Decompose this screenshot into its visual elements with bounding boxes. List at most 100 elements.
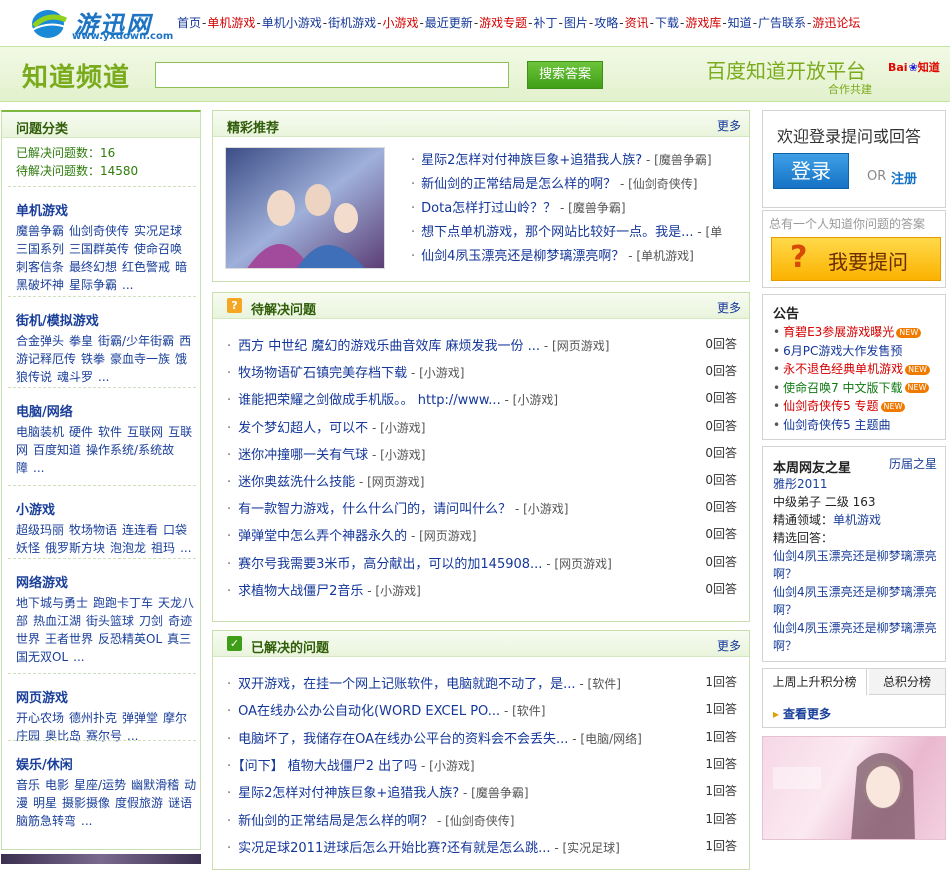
- question-link[interactable]: 电脑坏了，我储存在OA在线办公平台的资料会不会丢失...: [238, 732, 568, 747]
- category-link[interactable]: 弹弹堂: [122, 711, 158, 725]
- category-link[interactable]: 最终幻想: [69, 260, 117, 274]
- category-link[interactable]: 反恐精英OL: [98, 632, 162, 646]
- register-link[interactable]: 注册: [891, 168, 917, 187]
- category-tag[interactable]: - [小游戏]: [407, 366, 465, 380]
- notice-link[interactable]: 永不退色经典单机游戏: [783, 362, 903, 376]
- category-group-title[interactable]: 小游戏: [16, 499, 199, 518]
- category-link[interactable]: 互联网: [127, 425, 163, 439]
- category-link[interactable]: 开心农场: [16, 711, 64, 725]
- category-link[interactable]: ...: [180, 541, 191, 555]
- category-tag[interactable]: - [软件]: [500, 704, 546, 718]
- question-link[interactable]: 想下点单机游戏，那个网站比较好一点。我是...: [421, 225, 693, 240]
- nav-link[interactable]: 补丁: [534, 16, 558, 30]
- recommend-image[interactable]: [225, 147, 385, 269]
- category-link[interactable]: 幽默滑稽: [131, 778, 179, 792]
- category-tag[interactable]: - [小游戏]: [368, 421, 426, 435]
- category-link[interactable]: 刺客信条: [16, 260, 64, 274]
- category-tag[interactable]: - [单机游戏]: [624, 249, 694, 263]
- star-field-link[interactable]: 单机游戏: [833, 513, 881, 527]
- question-link[interactable]: 星际2怎样对付神族巨象+追猎我人族?: [421, 153, 642, 168]
- category-link[interactable]: 王者世界: [45, 632, 93, 646]
- nav-link[interactable]: 游迅论坛: [812, 16, 860, 30]
- category-link[interactable]: 三国系列: [16, 242, 64, 256]
- question-link[interactable]: 迷你奥兹洗什么技能: [238, 475, 355, 490]
- nav-link[interactable]: 游戏库: [685, 16, 721, 30]
- nav-link[interactable]: 图片: [564, 16, 588, 30]
- category-tag[interactable]: - [网页游戏]: [542, 557, 612, 571]
- category-link[interactable]: ...: [73, 650, 84, 664]
- notice-link[interactable]: 仙剑奇侠传5 专题: [783, 399, 878, 413]
- category-link[interactable]: 街头篮球: [86, 614, 134, 628]
- category-link[interactable]: 合金弹头: [16, 334, 64, 348]
- category-link[interactable]: 仙剑奇侠传: [69, 224, 129, 238]
- category-tag[interactable]: - [小游戏]: [501, 393, 559, 407]
- category-tag[interactable]: - [小游戏]: [511, 502, 569, 516]
- star-answer-link[interactable]: 仙剑4夙玉漂亮还是柳梦璃漂亮啊？: [773, 619, 939, 655]
- question-link[interactable]: 星际2怎样对付神族巨象+追猎我人族?: [238, 786, 459, 801]
- category-group-title[interactable]: 网页游戏: [16, 687, 199, 706]
- category-link[interactable]: 泡泡龙: [110, 541, 146, 555]
- recommend-more-link[interactable]: 更多: [717, 117, 741, 134]
- question-link[interactable]: 西方 中世纪 魔幻的游戏乐曲音效库 麻烦发我一份 ...: [238, 339, 540, 354]
- solved-more-link[interactable]: 更多: [717, 637, 741, 654]
- nav-link[interactable]: 广告联系: [758, 16, 806, 30]
- notice-link[interactable]: 使命召唤7 中文版下载: [783, 381, 902, 395]
- category-link[interactable]: 德州扑克: [69, 711, 117, 725]
- category-link[interactable]: ...: [33, 461, 44, 475]
- category-tag[interactable]: - [仙剑奇侠传]: [433, 814, 515, 828]
- category-tag[interactable]: - [实况足球]: [551, 841, 620, 855]
- category-link[interactable]: 百度知道: [33, 443, 81, 457]
- question-link[interactable]: 谁能把荣耀之剑做成手机版。。 http://www...: [238, 393, 501, 408]
- category-link[interactable]: 铁拳: [81, 352, 105, 366]
- question-link[interactable]: 新仙剑的正常结局是怎么样的啊？: [238, 814, 433, 829]
- category-tag[interactable]: - [电脑/网络]: [568, 732, 642, 746]
- category-group-title[interactable]: 单机游戏: [16, 200, 199, 219]
- tab-total-score[interactable]: 总积分榜: [869, 669, 945, 695]
- question-link[interactable]: 仙剑4夙玉漂亮还是柳梦璃漂亮啊？: [421, 249, 624, 264]
- notice-link[interactable]: 仙剑奇侠传5 主题曲: [783, 418, 890, 432]
- star-username[interactable]: 雅彤2011: [773, 475, 828, 492]
- baidu-zhidao-logo[interactable]: Bai❀知道: [888, 59, 940, 75]
- category-link[interactable]: 热血江湖: [33, 614, 81, 628]
- search-button[interactable]: 搜索答案: [527, 61, 603, 89]
- nav-link[interactable]: 街机游戏: [328, 16, 376, 30]
- category-link[interactable]: ...: [122, 278, 133, 292]
- category-tag[interactable]: - [网页游戏]: [540, 339, 610, 353]
- category-link[interactable]: 刀剑: [139, 614, 163, 628]
- question-link[interactable]: 有一款智力游戏，什么什么门的，请问叫什么？: [238, 502, 511, 517]
- category-tag[interactable]: - [小游戏]: [368, 448, 426, 462]
- nav-link[interactable]: 小游戏: [382, 16, 418, 30]
- nav-link[interactable]: 知道: [728, 16, 752, 30]
- category-link[interactable]: 软件: [98, 425, 122, 439]
- category-link[interactable]: 脑筋急转弯: [16, 814, 76, 828]
- question-link[interactable]: 牧场物语矿石镇完美存档下载: [238, 366, 407, 381]
- login-button[interactable]: 登录: [773, 153, 849, 189]
- category-link[interactable]: 星座/运势: [74, 778, 126, 792]
- nav-link[interactable]: 首页: [177, 16, 201, 30]
- category-tag[interactable]: - [魔兽争霸]: [642, 153, 712, 167]
- category-tag[interactable]: - [魔兽争霸]: [556, 201, 626, 215]
- nav-link[interactable]: 下载: [655, 16, 679, 30]
- category-link[interactable]: 使命召唤: [134, 242, 182, 256]
- category-link[interactable]: 连连看: [122, 523, 158, 537]
- category-tag[interactable]: - [小游戏]: [363, 584, 421, 598]
- category-link[interactable]: ...: [98, 370, 109, 384]
- notice-link[interactable]: 育碧E3参展游戏曝光: [783, 325, 894, 339]
- category-link[interactable]: 红色警戒: [122, 260, 170, 274]
- category-tag[interactable]: - [网页游戏]: [355, 475, 425, 489]
- nav-link[interactable]: 资讯: [625, 16, 649, 30]
- category-tag[interactable]: - [网页游戏]: [407, 529, 477, 543]
- star-answer-link[interactable]: 仙剑4夙玉漂亮还是柳梦璃漂亮啊？: [773, 583, 939, 619]
- category-tag[interactable]: - [仙剑奇侠传]: [616, 177, 698, 191]
- category-link[interactable]: 星际争霸: [69, 278, 117, 292]
- category-link[interactable]: 音乐: [16, 778, 40, 792]
- category-link[interactable]: 拳皇: [69, 334, 93, 348]
- ask-question-button[interactable]: ? 我要提问: [771, 237, 941, 281]
- category-tag[interactable]: - [魔兽争霸]: [459, 786, 529, 800]
- question-link[interactable]: 求植物大战僵尸2音乐: [238, 584, 363, 599]
- star-answer-link[interactable]: 仙剑4夙玉漂亮还是柳梦璃漂亮啊？: [773, 547, 939, 583]
- question-link[interactable]: Dota怎样打过山岭？？: [421, 201, 556, 216]
- category-link[interactable]: 实况足球: [134, 224, 182, 238]
- history-stars-link[interactable]: 历届之星: [889, 455, 937, 472]
- nav-link[interactable]: 攻略: [594, 16, 618, 30]
